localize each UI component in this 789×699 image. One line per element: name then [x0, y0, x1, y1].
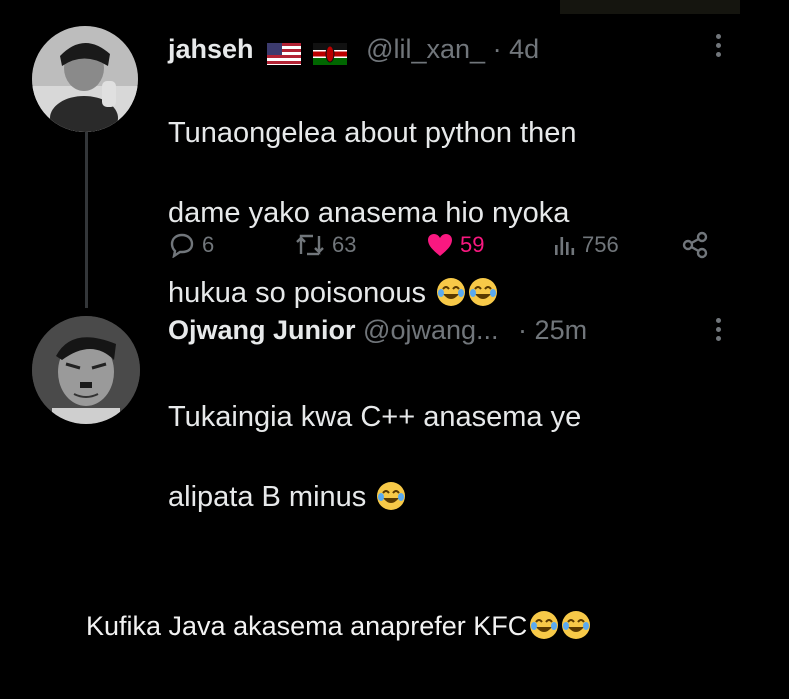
- tweet-text-line: hukua so poisonous: [168, 277, 426, 309]
- meme-caption: Kufika Java akasema anaprefer KFC: [86, 608, 591, 644]
- separator-dot: ·: [492, 34, 502, 64]
- joy-emoji-icon: [530, 611, 559, 639]
- flag-emojis: [267, 37, 351, 67]
- thread-connector-line: [85, 128, 88, 308]
- like-count: 59: [460, 232, 485, 257]
- retweet-icon: [296, 234, 324, 256]
- tweet-text: Tukaingia kwa C++ anasema ye alipata B m…: [168, 357, 581, 557]
- share-icon: [682, 231, 708, 259]
- more-options-icon[interactable]: [716, 318, 724, 345]
- joy-emoji-icon: [562, 611, 591, 639]
- caption-text: Kufika Java akasema anaprefer KFC: [86, 611, 528, 641]
- views-button[interactable]: 756: [552, 225, 619, 265]
- timestamp[interactable]: 4d: [509, 34, 539, 64]
- tweet-text-line-with-emoji: hukua so poisonous: [168, 273, 577, 313]
- joy-emoji-icon: [469, 278, 498, 306]
- user-handle[interactable]: @ojwang...: [363, 315, 498, 345]
- tweet-text: Tunaongelea about python then dame yako …: [168, 73, 577, 353]
- heart-icon: [428, 234, 452, 256]
- joy-emoji-icon: [437, 278, 466, 306]
- avatar[interactable]: [32, 316, 140, 424]
- reply-icon: [170, 233, 194, 258]
- joy-emoji-icon: [377, 482, 406, 510]
- reply-count: 6: [202, 232, 215, 257]
- tweet-header: Ojwang Junior @ojwang... · 25m: [168, 315, 587, 345]
- retweet-button[interactable]: 63: [294, 225, 356, 265]
- share-button[interactable]: [680, 225, 716, 265]
- tweet-header: jahseh @lil_xan_ · 4d: [168, 34, 539, 67]
- tweet-text-line-with-emoji: alipata B minus: [168, 477, 581, 517]
- timestamp[interactable]: 25m: [535, 315, 588, 345]
- separator-dot: ·: [518, 315, 528, 345]
- user-handle[interactable]: @lil_xan_: [366, 34, 485, 64]
- like-button[interactable]: 59: [426, 225, 484, 265]
- kenya-flag-icon: [312, 42, 347, 65]
- us-flag-icon: [267, 42, 302, 65]
- avatar[interactable]: [32, 26, 138, 132]
- analytics-icon: [555, 237, 575, 255]
- more-options-icon[interactable]: [716, 34, 724, 61]
- retweet-count: 63: [332, 232, 357, 257]
- view-count: 756: [582, 232, 619, 257]
- top-edge-bar: [560, 0, 740, 14]
- screenshot-page: jahseh @lil_xan_ · 4d Tunaongelea about …: [0, 0, 789, 699]
- tweet-text-line: Tukaingia kwa C++ anasema ye: [168, 401, 582, 433]
- tweet-text-line: Tunaongelea about python then: [168, 117, 577, 149]
- tweet-actions: 6 63 59 756: [168, 225, 728, 265]
- reply-button[interactable]: 6: [168, 225, 214, 265]
- tweet-text-line: alipata B minus: [168, 481, 367, 513]
- display-name[interactable]: jahseh: [168, 34, 254, 64]
- display-name[interactable]: Ojwang Junior: [168, 315, 356, 345]
